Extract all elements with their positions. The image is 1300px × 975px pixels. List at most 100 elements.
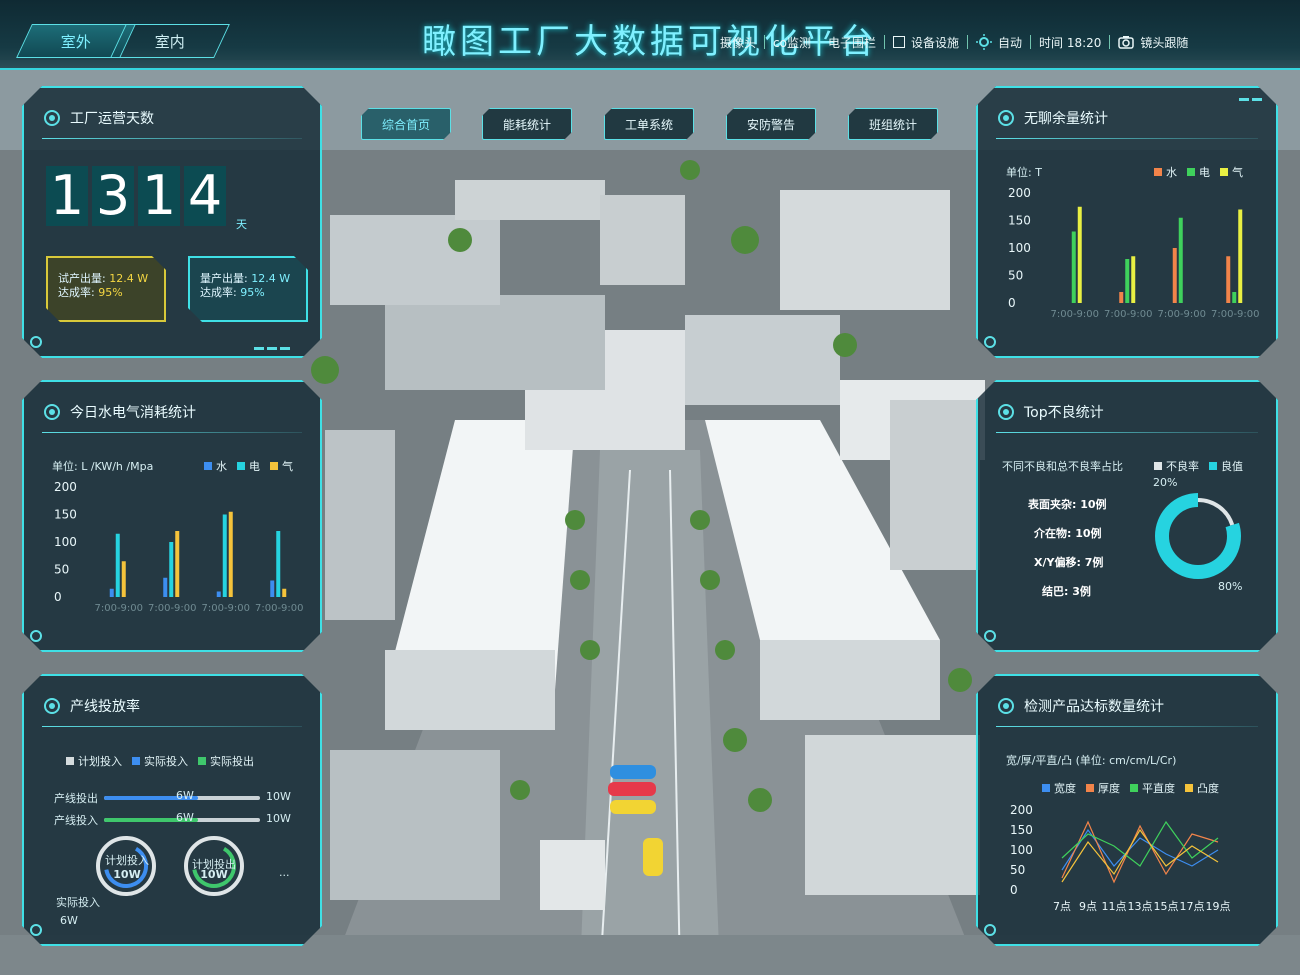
x-tick-label: 7:00-9:00 bbox=[148, 603, 197, 614]
panel-input-rate: 产线投放率 计划投入 实际投入 实际投出 产线投出 6W 10W 产线投入 6W… bbox=[22, 674, 322, 946]
defect-item: 结巴: 3例 bbox=[1042, 585, 1091, 598]
panel-title: 工厂运营天数 bbox=[44, 108, 154, 128]
legend-flatness: 平直度 bbox=[1130, 780, 1175, 796]
y-tick-label: 150 bbox=[1010, 823, 1033, 837]
target-icon bbox=[44, 404, 60, 420]
fence-item[interactable]: 电子围栏 bbox=[828, 34, 876, 51]
defects-subtitle: 不同不良和总不良率占比 bbox=[1002, 460, 1123, 473]
x-tick-label: 7:00-9:00 bbox=[255, 603, 304, 614]
auto-toggle[interactable]: 自动 bbox=[976, 34, 1022, 51]
bar-水 bbox=[1119, 292, 1123, 303]
separator bbox=[1030, 35, 1032, 49]
camera-follow-label: 镜头跟随 bbox=[1140, 35, 1189, 50]
panel-defects: Top不良统计 不同不良和总不良率占比 不良率 良值 表面夹杂: 10例 介在物… bbox=[976, 380, 1278, 652]
days-counter: 1 3 1 4 bbox=[46, 166, 226, 226]
x-tick-label: 7:00-9:00 bbox=[94, 603, 143, 614]
divider bbox=[996, 726, 1258, 727]
trial-label: 试产出量: bbox=[58, 272, 106, 285]
defect-item: 表面夹杂: 10例 bbox=[1028, 498, 1107, 511]
separator bbox=[1109, 35, 1111, 49]
y-tick-label: 0 bbox=[1008, 296, 1016, 310]
defect-item: X/Y偏移: 7例 bbox=[1034, 556, 1104, 569]
device-toggle[interactable]: 设备设施 bbox=[892, 34, 959, 51]
nav-security[interactable]: 安防警告 bbox=[726, 108, 816, 140]
x-tick-label: 7:00-9:00 bbox=[1157, 309, 1206, 320]
separator bbox=[967, 35, 968, 49]
time-label: 时间 18:20 bbox=[1039, 35, 1102, 50]
chart-legend: 计划投入 实际投入 实际投出 bbox=[66, 753, 254, 769]
legend-thickness: 厚度 bbox=[1086, 780, 1120, 796]
bar-气 bbox=[282, 589, 286, 597]
gauge-value: 10W bbox=[200, 868, 228, 881]
quality-subtitle: 宽/厚/平直/凸 (单位: cm/cm/L/Cr) bbox=[1006, 754, 1177, 767]
bar-电 bbox=[1232, 292, 1236, 303]
bar-水 bbox=[1226, 256, 1230, 303]
legend-gas: 气 bbox=[1220, 164, 1243, 180]
y-tick-label: 0 bbox=[54, 590, 62, 604]
bar-电 bbox=[1179, 218, 1183, 303]
corner-decoration bbox=[254, 347, 290, 350]
separator bbox=[764, 35, 766, 49]
divider bbox=[42, 726, 302, 727]
bar-气 bbox=[1238, 210, 1242, 304]
legend-defect-rate: 不良率 bbox=[1154, 458, 1199, 474]
x-tick-label: 7:00-9:00 bbox=[201, 603, 250, 614]
trial-value: 12.4 W bbox=[109, 272, 149, 285]
panel-title: Top不良统计 bbox=[998, 402, 1104, 422]
row-label: 产线投入 bbox=[54, 814, 98, 827]
nav-team[interactable]: 班组统计 bbox=[848, 108, 938, 140]
camera-item[interactable]: 摄像头 bbox=[720, 34, 756, 51]
y-tick-label: 200 bbox=[1008, 186, 1031, 200]
legend-power: 电 bbox=[1187, 164, 1210, 180]
x-tick-label: 17点 bbox=[1180, 900, 1205, 913]
progress-max: 10W bbox=[266, 812, 291, 825]
divider bbox=[42, 432, 302, 433]
surplus-bar-chart: 0 50 100 150 200 7:00-9:00 7:00-9:00 7:00-9:00 7… bbox=[978, 183, 1276, 333]
co-monitor-item[interactable]: co监测 bbox=[773, 34, 811, 51]
panel-title: 无聊余量统计 bbox=[998, 108, 1108, 128]
app-header: 室外 室内 瞰图工厂大数据可视化平台 摄像头 co监测 电子围栏 设备设施 自动… bbox=[0, 0, 1300, 70]
corner-decoration bbox=[984, 630, 996, 642]
y-tick-label: 100 bbox=[1008, 241, 1031, 255]
panel-title: 检测产品达标数量统计 bbox=[998, 696, 1164, 716]
mass-rate-label: 达成率: bbox=[200, 286, 237, 299]
bar-电 bbox=[223, 515, 227, 598]
nav-energy[interactable]: 能耗统计 bbox=[482, 108, 572, 140]
panel-operating-days: 工厂运营天数 1 3 1 4 天 试产出量: 12.4 W 达成率: 95% 量… bbox=[22, 86, 322, 358]
x-tick-label: 19点 bbox=[1206, 900, 1231, 913]
y-tick-label: 200 bbox=[1010, 803, 1033, 817]
corner-decoration bbox=[30, 924, 42, 936]
legend-actual-out: 实际投出 bbox=[198, 753, 254, 769]
x-tick-label: 9点 bbox=[1079, 900, 1097, 913]
x-tick-label: 7:00-9:00 bbox=[1050, 309, 1099, 320]
panel-energy: 今日水电气消耗统计 单位: L /KW/h /Mpa 水 电 气 0 50 100 1… bbox=[22, 380, 322, 652]
tab-indoor[interactable]: 室内 bbox=[110, 24, 230, 58]
divider bbox=[42, 138, 302, 139]
camera-follow-toggle[interactable]: 镜头跟随 bbox=[1118, 34, 1188, 51]
gauge-label: 计划投入 bbox=[105, 854, 149, 867]
progress-value: 6W bbox=[176, 811, 194, 824]
actual-input-label: 实际投入 bbox=[56, 896, 100, 909]
defect-item: 介在物: 10例 bbox=[1034, 527, 1102, 540]
target-icon bbox=[998, 110, 1014, 126]
bar-电 bbox=[276, 531, 280, 597]
target-icon bbox=[998, 404, 1014, 420]
days-unit: 天 bbox=[236, 218, 247, 231]
days-digit: 1 bbox=[138, 166, 180, 226]
x-tick-label: 13点 bbox=[1128, 900, 1153, 913]
nav-home[interactable]: 综合首页 bbox=[361, 108, 451, 140]
bar-电 bbox=[169, 542, 173, 597]
header-toolbar: 摄像头 co监测 电子围栏 设备设施 自动 时间 18:20 镜头跟随 bbox=[720, 32, 1188, 52]
divider bbox=[996, 138, 1258, 139]
progress-max: 10W bbox=[266, 790, 291, 803]
mass-rate: 95% bbox=[240, 286, 265, 299]
x-tick-label: 11点 bbox=[1102, 900, 1127, 913]
y-tick-label: 100 bbox=[54, 535, 77, 549]
corner-decoration bbox=[984, 924, 996, 936]
nav-workorder[interactable]: 工单系统 bbox=[604, 108, 694, 140]
target-icon bbox=[44, 110, 60, 126]
chart-legend: 水 电 气 bbox=[204, 458, 293, 474]
separator bbox=[818, 35, 820, 49]
separator bbox=[883, 35, 885, 49]
legend-actual-in: 实际投入 bbox=[132, 753, 188, 769]
